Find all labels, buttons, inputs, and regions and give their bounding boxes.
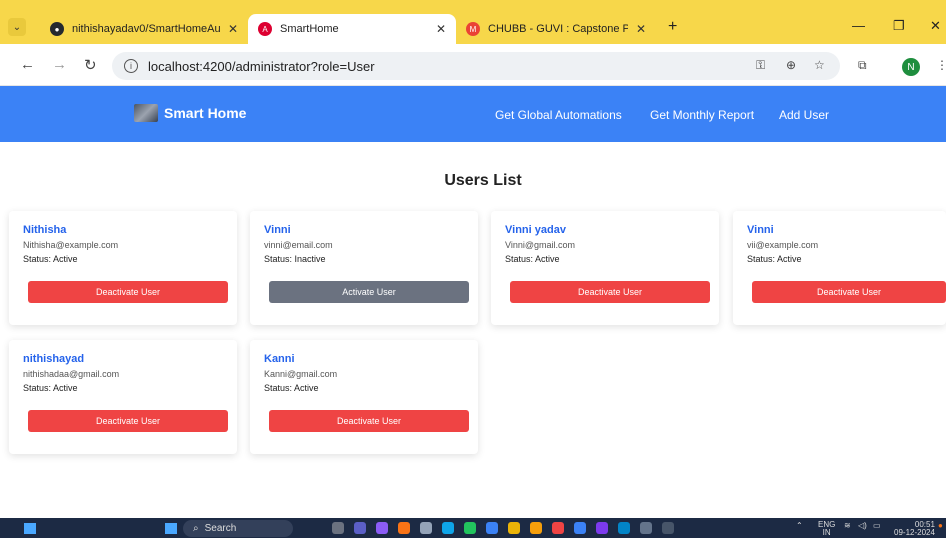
gmail-icon: M — [466, 22, 480, 36]
deactivate-user-button[interactable]: Deactivate User — [28, 410, 228, 432]
tab-gmail[interactable]: M CHUBB - GUVI : Capstone Project ✕ — [456, 14, 656, 44]
page-title: Users List — [444, 172, 522, 189]
user-card: Nithisha Nithisha@example.com Status: Ac… — [9, 211, 237, 325]
user-name: Kanni — [264, 353, 295, 365]
wifi-icon[interactable]: ≋ — [844, 521, 851, 530]
user-email: vinni@email.com — [264, 240, 333, 250]
user-email: nithishadaa@gmail.com — [23, 369, 120, 379]
user-name: Nithisha — [23, 224, 67, 236]
deactivate-user-button[interactable]: Deactivate User — [28, 281, 228, 303]
terminal-icon[interactable] — [662, 522, 674, 534]
user-status: Status: Active — [747, 254, 802, 264]
browser-tab-strip: ⌄ ● nithishayadav0/SmartHomeAutom ✕ A Sm… — [0, 0, 946, 44]
chrome-icon[interactable] — [464, 522, 476, 534]
user-email: Kanni@gmail.com — [264, 369, 338, 379]
reload-icon[interactable]: ↻ — [84, 56, 97, 74]
region-code: IN — [822, 528, 831, 537]
new-tab-plus-icon[interactable]: + — [668, 18, 677, 36]
app-icon[interactable] — [618, 522, 630, 534]
windows-taskbar: ⌕ Search ⌃ ENG IN ≋ ◁) ▭ 00:51 09-12-202… — [0, 518, 946, 538]
app-icon[interactable] — [398, 522, 410, 534]
user-card: Vinni vinni@email.com Status: Inactive A… — [250, 211, 478, 325]
user-status: Status: Active — [23, 254, 78, 264]
user-name: Vinni — [747, 224, 774, 236]
vscode-icon[interactable] — [574, 522, 586, 534]
tab-github[interactable]: ● nithishayadav0/SmartHomeAutom ✕ — [40, 14, 248, 44]
close-icon[interactable]: ✕ — [228, 22, 238, 36]
volume-icon[interactable]: ◁) — [858, 521, 867, 530]
nav-get-monthly-report[interactable]: Get Monthly Report — [650, 108, 754, 122]
address-bar[interactable]: i localhost:4200/administrator?role=User — [112, 52, 840, 80]
brave-icon[interactable] — [552, 522, 564, 534]
app-icon[interactable] — [420, 522, 432, 534]
profile-avatar[interactable]: N — [902, 58, 920, 76]
widgets-icon[interactable] — [24, 523, 36, 534]
github-icon: ● — [50, 22, 64, 36]
user-name: Vinni — [264, 224, 291, 236]
restore-icon[interactable]: ❐ — [893, 18, 905, 34]
visual-studio-icon[interactable] — [596, 522, 608, 534]
deactivate-user-button[interactable]: Deactivate User — [510, 281, 710, 303]
tab-search-chevron-icon[interactable]: ⌄ — [8, 18, 26, 36]
brand[interactable]: Smart Home — [134, 104, 246, 122]
file-explorer-icon[interactable] — [530, 522, 542, 534]
extensions-puzzle-icon[interactable]: ⧉ — [858, 58, 867, 73]
user-status: Status: Active — [264, 383, 319, 393]
app-icon[interactable] — [640, 522, 652, 534]
user-status: Status: Active — [23, 383, 78, 393]
activate-user-button[interactable]: Activate User — [269, 281, 469, 303]
window-close-icon[interactable]: ✕ — [930, 18, 941, 34]
battery-icon[interactable]: ▭ — [873, 521, 881, 530]
user-status: Status: Active — [505, 254, 560, 264]
clock[interactable]: 00:51 09-12-2024 — [894, 521, 935, 537]
browser-menu-icon[interactable]: ⋮ — [936, 58, 946, 72]
search-icon: ⌕ — [193, 523, 199, 534]
user-name: Vinni yadav — [505, 224, 566, 236]
site-info-icon[interactable]: i — [124, 59, 138, 73]
edge-icon[interactable] — [442, 522, 454, 534]
tab-smarthome[interactable]: A SmartHome ✕ — [248, 14, 456, 44]
bookmark-star-icon[interactable]: ☆ — [814, 58, 825, 72]
user-email: vii@example.com — [747, 240, 819, 250]
chrome-icon[interactable] — [508, 522, 520, 534]
minimize-icon[interactable]: — — [852, 18, 865, 33]
taskbar-search[interactable]: ⌕ Search — [183, 520, 293, 537]
deactivate-user-button[interactable]: Deactivate User — [752, 281, 946, 303]
user-status: Status: Inactive — [264, 254, 326, 264]
user-email: Vinni@gmail.com — [505, 240, 575, 250]
browser-toolbar: ← → ↻ i localhost:4200/administrator?rol… — [0, 44, 946, 86]
user-card: Vinni yadav Vinni@gmail.com Status: Acti… — [491, 211, 719, 325]
url-text: localhost:4200/administrator?role=User — [148, 58, 375, 74]
task-view-icon[interactable] — [332, 522, 344, 534]
user-email: Nithisha@example.com — [23, 240, 119, 250]
angular-icon: A — [258, 22, 272, 36]
back-arrow-icon[interactable]: ← — [20, 56, 35, 73]
user-card: Kanni Kanni@gmail.com Status: Active Dea… — [250, 340, 478, 454]
close-icon[interactable]: ✕ — [636, 22, 646, 36]
app-icon[interactable] — [376, 522, 388, 534]
user-card: Vinni vii@example.com Status: Active Dea… — [733, 211, 946, 325]
language-indicator[interactable]: ENG IN — [818, 521, 835, 537]
deactivate-user-button[interactable]: Deactivate User — [269, 410, 469, 432]
zoom-icon[interactable]: ⊕ — [786, 58, 796, 72]
user-name: nithishayad — [23, 353, 85, 365]
brand-logo-image — [134, 104, 158, 122]
taskbar-search-label: Search — [204, 523, 237, 534]
forward-arrow-icon[interactable]: → — [52, 56, 67, 73]
notification-bell-icon[interactable]: ● — [938, 521, 943, 530]
brand-name: Smart Home — [164, 105, 247, 121]
nav-get-global-automations[interactable]: Get Global Automations — [495, 108, 622, 122]
clock-date: 09-12-2024 — [894, 528, 935, 537]
chevron-up-icon[interactable]: ⌃ — [796, 521, 803, 530]
user-card: nithishayad nithishadaa@gmail.com Status… — [9, 340, 237, 454]
teams-icon[interactable] — [354, 522, 366, 534]
nav-add-user[interactable]: Add User — [779, 108, 829, 122]
app-icon[interactable] — [486, 522, 498, 534]
password-key-icon[interactable]: ⚿ — [756, 58, 765, 73]
windows-start-icon[interactable] — [165, 523, 177, 534]
close-icon[interactable]: ✕ — [436, 22, 446, 36]
